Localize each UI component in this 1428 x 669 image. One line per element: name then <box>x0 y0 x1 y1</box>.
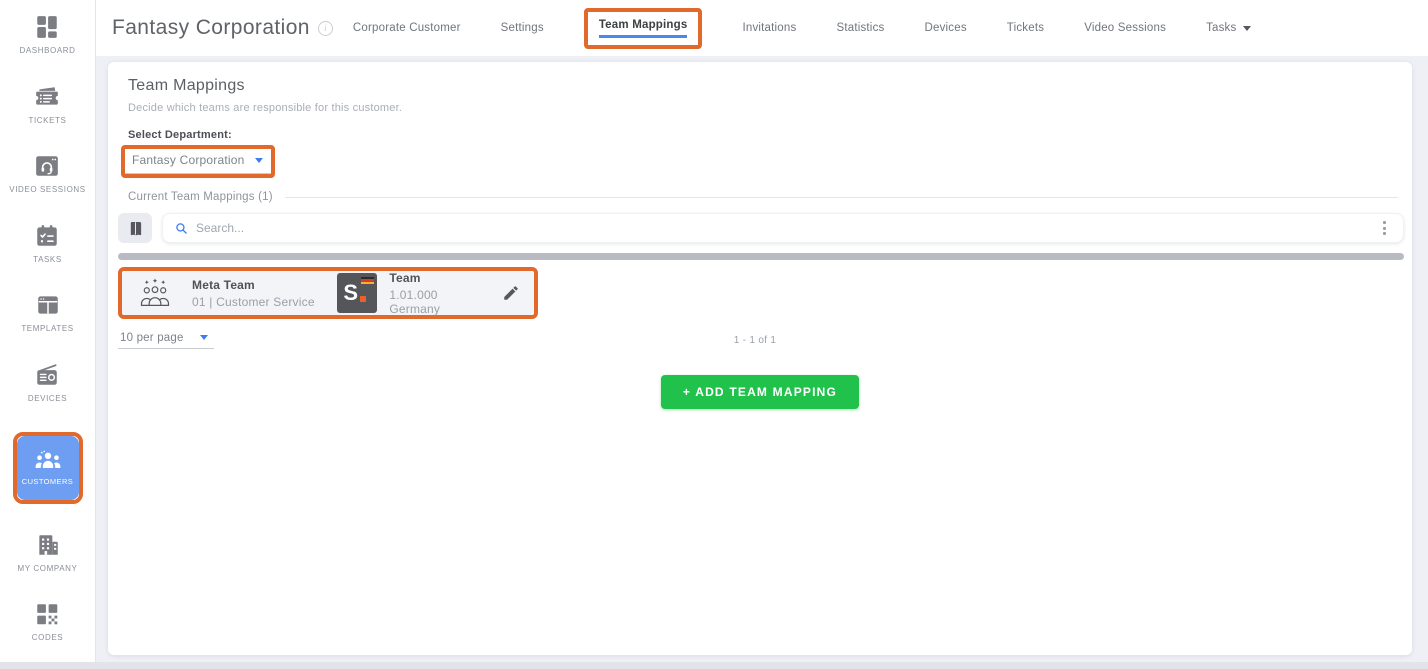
meta-team-icon <box>136 278 174 309</box>
kebab-menu-icon[interactable] <box>1373 216 1395 240</box>
annotation-box-team-mappings-tab: Team Mappings <box>584 8 703 49</box>
tab-settings[interactable]: Settings <box>501 22 544 34</box>
tab-tickets[interactable]: Tickets <box>1007 22 1044 34</box>
per-page-select[interactable]: 10 per page <box>118 332 214 349</box>
search-input[interactable] <box>196 221 1373 235</box>
sidebar-item-label: DASHBOARD <box>19 46 75 56</box>
sidebar-item-label: VIDEO SESSIONS <box>9 185 85 195</box>
sidebar-item-tasks[interactable]: TASKS <box>33 223 62 265</box>
sidebar-item-label: TASKS <box>33 255 62 265</box>
tab-bar: Corporate Customer Settings Team Mapping… <box>353 8 1252 49</box>
team-info: Team 1.01.000 Germany <box>389 271 490 316</box>
panel-subtitle: Decide which teams are responsible for t… <box>128 102 1412 114</box>
pagination-range: 1 - 1 of 1 <box>734 335 776 346</box>
dropdown-caret-icon <box>200 335 208 340</box>
edit-mapping-button[interactable] <box>502 284 520 302</box>
tab-tasks[interactable]: Tasks <box>1206 22 1251 34</box>
sidebar-item-label: CUSTOMERS <box>22 477 73 486</box>
add-team-mapping-button[interactable]: + ADD TEAM MAPPING <box>661 375 859 409</box>
section-label: Current Team Mappings (1) <box>128 191 273 203</box>
sidebar-item-label: TICKETS <box>29 116 67 126</box>
meta-team-info: Meta Team 01 | Customer Service <box>192 278 325 309</box>
templates-icon <box>35 292 61 318</box>
team-logo-letter: S <box>343 280 358 306</box>
annotation-box-mapping-row: Meta Team 01 | Customer Service S Team 1… <box>118 267 538 319</box>
edit-pencil-icon <box>502 284 520 302</box>
sidebar-item-templates[interactable]: TEMPLATES <box>21 292 73 334</box>
department-select[interactable]: Fantasy Corporation <box>125 149 271 174</box>
bottom-edge-strip <box>0 662 1428 669</box>
page-title: Fantasy Corporation <box>112 16 310 40</box>
team-logo-dot <box>360 296 366 302</box>
tab-tasks-label: Tasks <box>1206 22 1236 34</box>
annotation-box-customers: CUSTOMERS <box>13 432 83 504</box>
tab-statistics[interactable]: Statistics <box>836 22 884 34</box>
panel-title: Team Mappings <box>128 77 1412 95</box>
section-divider <box>285 197 1398 198</box>
mappings-toolbar <box>118 213 1404 243</box>
tasks-icon <box>34 223 60 249</box>
sidebar-item-label: MY COMPANY <box>18 564 78 574</box>
tab-corporate-customer[interactable]: Corporate Customer <box>353 22 461 34</box>
annotation-box-department-select: Fantasy Corporation <box>121 145 275 178</box>
search-bar <box>162 213 1404 243</box>
sidebar-item-codes[interactable]: CODES <box>32 601 63 643</box>
tab-video-sessions[interactable]: Video Sessions <box>1084 22 1166 34</box>
team-value: 1.01.000 Germany <box>389 288 490 316</box>
department-select-value: Fantasy Corporation <box>132 153 245 167</box>
page-header: Fantasy Corporation i Corporate Customer… <box>96 0 1428 56</box>
sidebar-item-customers[interactable]: CUSTOMERS <box>17 436 79 500</box>
tab-devices[interactable]: Devices <box>924 22 966 34</box>
meta-team-label: Meta Team <box>192 278 325 292</box>
per-page-value: 10 per page <box>120 332 184 344</box>
sidebar-item-label: CODES <box>32 633 63 643</box>
tab-team-mappings[interactable]: Team Mappings <box>599 19 688 38</box>
sidebar-item-tickets[interactable]: TICKETS <box>29 84 67 126</box>
sidebar: DASHBOARD TICKETS VIDEO SESSIONS TASKS T… <box>0 0 96 662</box>
pagination-bar: 10 per page 1 - 1 of 1 <box>118 329 1392 351</box>
sidebar-item-dashboard[interactable]: DASHBOARD <box>19 14 75 56</box>
sidebar-item-my-company[interactable]: MY COMPANY <box>18 532 78 574</box>
german-flag-icon <box>361 277 374 284</box>
tab-invitations[interactable]: Invitations <box>742 22 796 34</box>
sidebar-item-video-sessions[interactable]: VIDEO SESSIONS <box>9 153 85 195</box>
team-mappings-panel: Team Mappings Decide which teams are res… <box>108 62 1412 655</box>
horizontal-scrollbar[interactable] <box>118 253 1404 260</box>
select-department-label: Select Department: <box>128 129 1412 141</box>
team-logo: S <box>337 273 377 313</box>
customers-icon <box>33 449 63 472</box>
dashboard-icon <box>34 14 60 40</box>
sidebar-item-devices[interactable]: DEVICES <box>28 362 67 404</box>
team-label: Team <box>389 271 490 285</box>
dropdown-caret-icon <box>255 158 263 163</box>
meta-team-value: 01 | Customer Service <box>192 295 325 309</box>
address-book-button[interactable] <box>118 213 152 243</box>
address-book-icon <box>128 220 143 237</box>
chevron-down-icon <box>1243 26 1251 31</box>
sidebar-item-label: DEVICES <box>28 394 67 404</box>
search-icon <box>175 222 188 235</box>
team-mapping-row[interactable]: Meta Team 01 | Customer Service S Team 1… <box>122 271 534 315</box>
info-icon[interactable]: i <box>318 21 333 36</box>
codes-icon <box>34 601 60 627</box>
my-company-icon <box>35 532 61 558</box>
devices-icon <box>34 362 60 388</box>
tickets-icon <box>34 84 60 110</box>
section-header: Current Team Mappings (1) <box>128 191 1398 203</box>
video-sessions-icon <box>34 153 60 179</box>
sidebar-item-label: TEMPLATES <box>21 324 73 334</box>
